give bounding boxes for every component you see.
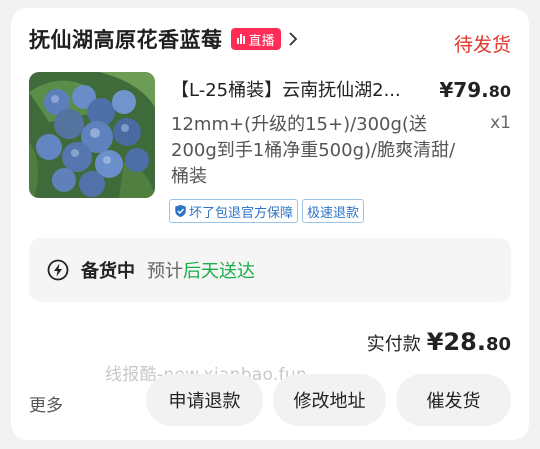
paid-amount-row: 实付款 ¥28.80: [367, 328, 511, 356]
chevron-right-icon[interactable]: [285, 31, 301, 47]
more-link[interactable]: 更多: [29, 391, 63, 416]
product-title[interactable]: 【L-25桶装】云南抚仙湖2...: [171, 76, 441, 102]
shipping-estimate-prefix: 预计: [147, 261, 183, 282]
live-badge[interactable]: 直播: [230, 28, 281, 50]
tag-guarantee-label: 坏了包退官方保障: [189, 205, 294, 221]
lightning-circle-icon: [47, 259, 69, 281]
order-card[interactable]: 抚仙湖高原花香蓝莓 直播 待发货 【L-25桶装】云南抚仙湖2... ¥79.8…: [11, 8, 529, 440]
paid-amount: ¥28.80: [427, 328, 511, 356]
product-quantity: x1: [490, 113, 511, 133]
shipping-status: 备货中: [81, 261, 135, 282]
product-image[interactable]: [29, 72, 155, 198]
service-tags: 坏了包退官方保障 极速退款: [169, 199, 365, 223]
shipping-estimate-time: 后天送达: [183, 261, 255, 282]
product-price: ¥79.80: [439, 78, 511, 102]
tag-fast-refund: 极速退款: [302, 199, 365, 223]
request-refund-button[interactable]: 申请退款: [146, 374, 263, 426]
shop-name[interactable]: 抚仙湖高原花香蓝莓: [29, 24, 223, 54]
paid-label: 实付款: [366, 334, 421, 355]
product-spec: 12mm+(升级的15+)/300g(送200g到手1桶净重500g)/脆爽清甜…: [171, 114, 456, 187]
paid-decimal: 80: [485, 334, 511, 355]
shield-check-icon: [175, 204, 186, 218]
order-status: 待发货: [453, 34, 511, 56]
paid-main: ¥28.: [426, 328, 486, 356]
shipping-status-box[interactable]: 备货中 预计 后天送达: [29, 238, 511, 302]
price-main: ¥79.: [439, 78, 489, 102]
price-decimal: 80: [488, 82, 511, 101]
tag-guarantee: 坏了包退官方保障: [169, 199, 299, 223]
live-badge-label: 直播: [248, 33, 275, 49]
urge-shipping-button[interactable]: 催发货: [396, 374, 511, 426]
live-bars-icon: [236, 34, 245, 44]
change-address-button[interactable]: 修改地址: [273, 374, 386, 426]
shop-header[interactable]: 抚仙湖高原花香蓝莓 直播: [29, 24, 301, 54]
